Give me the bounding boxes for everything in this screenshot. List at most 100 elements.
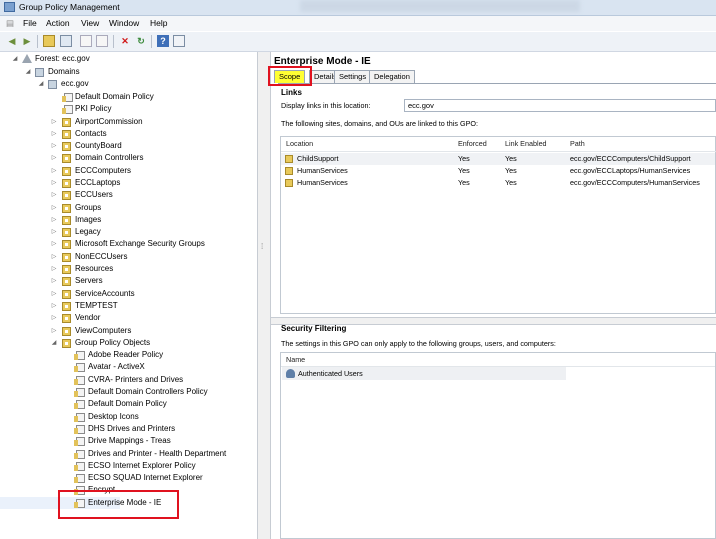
expand-icon[interactable]: ▷ <box>50 288 58 300</box>
expand-icon[interactable]: ▷ <box>50 177 58 189</box>
properties-icon[interactable] <box>173 35 185 47</box>
expand-icon[interactable]: ▷ <box>50 189 58 201</box>
copy-icon[interactable] <box>80 35 92 47</box>
gpo-icon <box>74 437 85 446</box>
title-bar: Group Policy Management <box>0 0 716 16</box>
ou-icon <box>62 253 71 262</box>
tree-label: ecc.gov <box>61 79 89 88</box>
expand-icon[interactable]: ▷ <box>50 325 58 337</box>
menu-file[interactable]: File <box>23 18 37 28</box>
pane-splitter[interactable]: ⁞ <box>258 52 271 539</box>
paste-icon[interactable] <box>96 35 108 47</box>
col-name[interactable]: Name <box>286 355 305 364</box>
security-filtering-heading: Security Filtering <box>281 324 347 333</box>
tree-label: Drives and Printer - Health Department <box>88 449 227 458</box>
ou-icon <box>285 179 293 187</box>
cell-enforced: Yes <box>458 178 470 187</box>
forest-icon <box>22 54 32 63</box>
expand-icon[interactable]: ▷ <box>50 214 58 226</box>
gpo-icon <box>74 351 85 360</box>
expand-icon[interactable]: ▷ <box>50 263 58 275</box>
tree-label: ECCLaptops <box>75 178 121 187</box>
tree-label: Avatar - ActiveX <box>88 362 145 371</box>
help-icon[interactable]: ? <box>157 35 169 47</box>
col-enforced[interactable]: Enforced <box>458 139 487 148</box>
back-arrow-icon[interactable]: ◀ <box>6 35 18 47</box>
ou-icon <box>62 154 71 163</box>
tree-label: Default Domain Policy <box>75 92 154 101</box>
tree-label: Domain Controllers <box>75 153 144 162</box>
tree-label: Microsoft Exchange Security Groups <box>75 239 205 248</box>
tree-node-domains[interactable]: ◢ Domains <box>0 66 250 78</box>
gpo-icon <box>74 450 85 459</box>
collapse-icon[interactable]: ◢ <box>24 66 32 78</box>
show-tree-icon[interactable] <box>60 35 72 47</box>
ou-icon <box>62 167 71 176</box>
tree-label: Drive Mappings - Treas <box>88 436 171 445</box>
security-filtering-description: The settings in this GPO can only apply … <box>281 339 556 348</box>
collapse-icon[interactable]: ◢ <box>50 337 58 349</box>
domains-icon <box>35 68 44 77</box>
tree-label: Vendor <box>75 313 101 322</box>
tab-scope[interactable]: Scope <box>274 70 306 83</box>
col-path[interactable]: Path <box>570 139 585 148</box>
expand-icon[interactable]: ▷ <box>50 251 58 263</box>
tree-label: ServiceAccounts <box>75 289 135 298</box>
tab-delegation[interactable]: Delegation <box>369 70 415 83</box>
table-row[interactable]: ChildSupport Yes Yes ecc.gov/ECCComputer… <box>281 153 715 165</box>
header-divider <box>281 151 716 152</box>
expand-icon[interactable]: ▷ <box>50 300 58 312</box>
menu-view[interactable]: View <box>81 18 99 28</box>
users-group-icon <box>286 369 295 378</box>
ou-icon <box>62 191 71 200</box>
collapse-icon[interactable]: ◢ <box>37 78 45 90</box>
expand-icon[interactable]: ▷ <box>50 128 58 140</box>
ou-icon <box>62 265 71 274</box>
expand-icon[interactable]: ▷ <box>50 275 58 287</box>
cell-name: Authenticated Users <box>298 369 363 378</box>
col-link-enabled[interactable]: Link Enabled <box>505 139 547 148</box>
console-tree: ◢ Forest: ecc.gov ◢ Domains ◢ ecc.gov De… <box>0 52 258 539</box>
tree-label: Default Domain Policy <box>88 399 167 408</box>
links-description: The following sites, domains, and OUs ar… <box>281 119 478 128</box>
location-select[interactable]: ecc.gov <box>404 99 716 112</box>
menu-action[interactable]: Action <box>46 18 70 28</box>
tree-label: Legacy <box>75 227 101 236</box>
tree-label: ECSO SQUAD Internet Explorer <box>88 473 203 482</box>
expand-icon[interactable]: ▷ <box>50 116 58 128</box>
tree-node-domain[interactable]: ◢ ecc.gov <box>0 78 250 90</box>
cell-link-enabled: Yes <box>505 178 517 187</box>
cell-path: ecc.gov/ECCLaptops/HumanServices <box>570 166 691 175</box>
expand-icon[interactable]: ▷ <box>50 202 58 214</box>
menu-help[interactable]: Help <box>150 18 167 28</box>
ou-icon <box>62 216 71 225</box>
tree-label: Desktop Icons <box>88 412 139 421</box>
expand-icon[interactable]: ▷ <box>50 312 58 324</box>
expand-icon[interactable]: ▷ <box>50 152 58 164</box>
menu-window[interactable]: Window <box>109 18 139 28</box>
splitter-grip-icon: ⁞ <box>261 242 264 251</box>
col-location[interactable]: Location <box>286 139 313 148</box>
gpo-icon <box>74 376 85 385</box>
up-folder-icon[interactable] <box>43 35 55 47</box>
expand-icon[interactable]: ▷ <box>50 140 58 152</box>
tab-settings[interactable]: Settings <box>334 70 372 83</box>
collapse-icon[interactable]: ◢ <box>11 53 19 65</box>
table-row[interactable]: HumanServices Yes Yes ecc.gov/ECCLaptops… <box>281 165 715 177</box>
tree-node-forest[interactable]: ◢ Forest: ecc.gov <box>0 53 250 65</box>
table-row[interactable]: HumanServices Yes Yes ecc.gov/ECCCompute… <box>281 177 715 189</box>
refresh-icon[interactable]: ↻ <box>135 35 147 47</box>
ou-icon <box>62 118 71 127</box>
forward-arrow-icon[interactable]: ▶ <box>21 35 33 47</box>
details-pane: Enterprise Mode - IE Scope Details Setti… <box>271 52 716 539</box>
expand-icon[interactable]: ▷ <box>50 238 58 250</box>
expand-icon[interactable]: ▷ <box>50 226 58 238</box>
tree-label: Resources <box>75 264 114 273</box>
links-table: Location Enforced Link Enabled Path Chil… <box>280 136 716 314</box>
delete-icon[interactable]: ✕ <box>119 35 131 47</box>
expand-icon[interactable]: ▷ <box>50 165 58 177</box>
ou-icon <box>62 240 71 249</box>
toolbar: ◀ ▶ ✕ ↻ ? <box>0 32 716 52</box>
tree-label: Images <box>75 215 102 224</box>
menu-icon[interactable]: ▤ <box>6 18 14 29</box>
